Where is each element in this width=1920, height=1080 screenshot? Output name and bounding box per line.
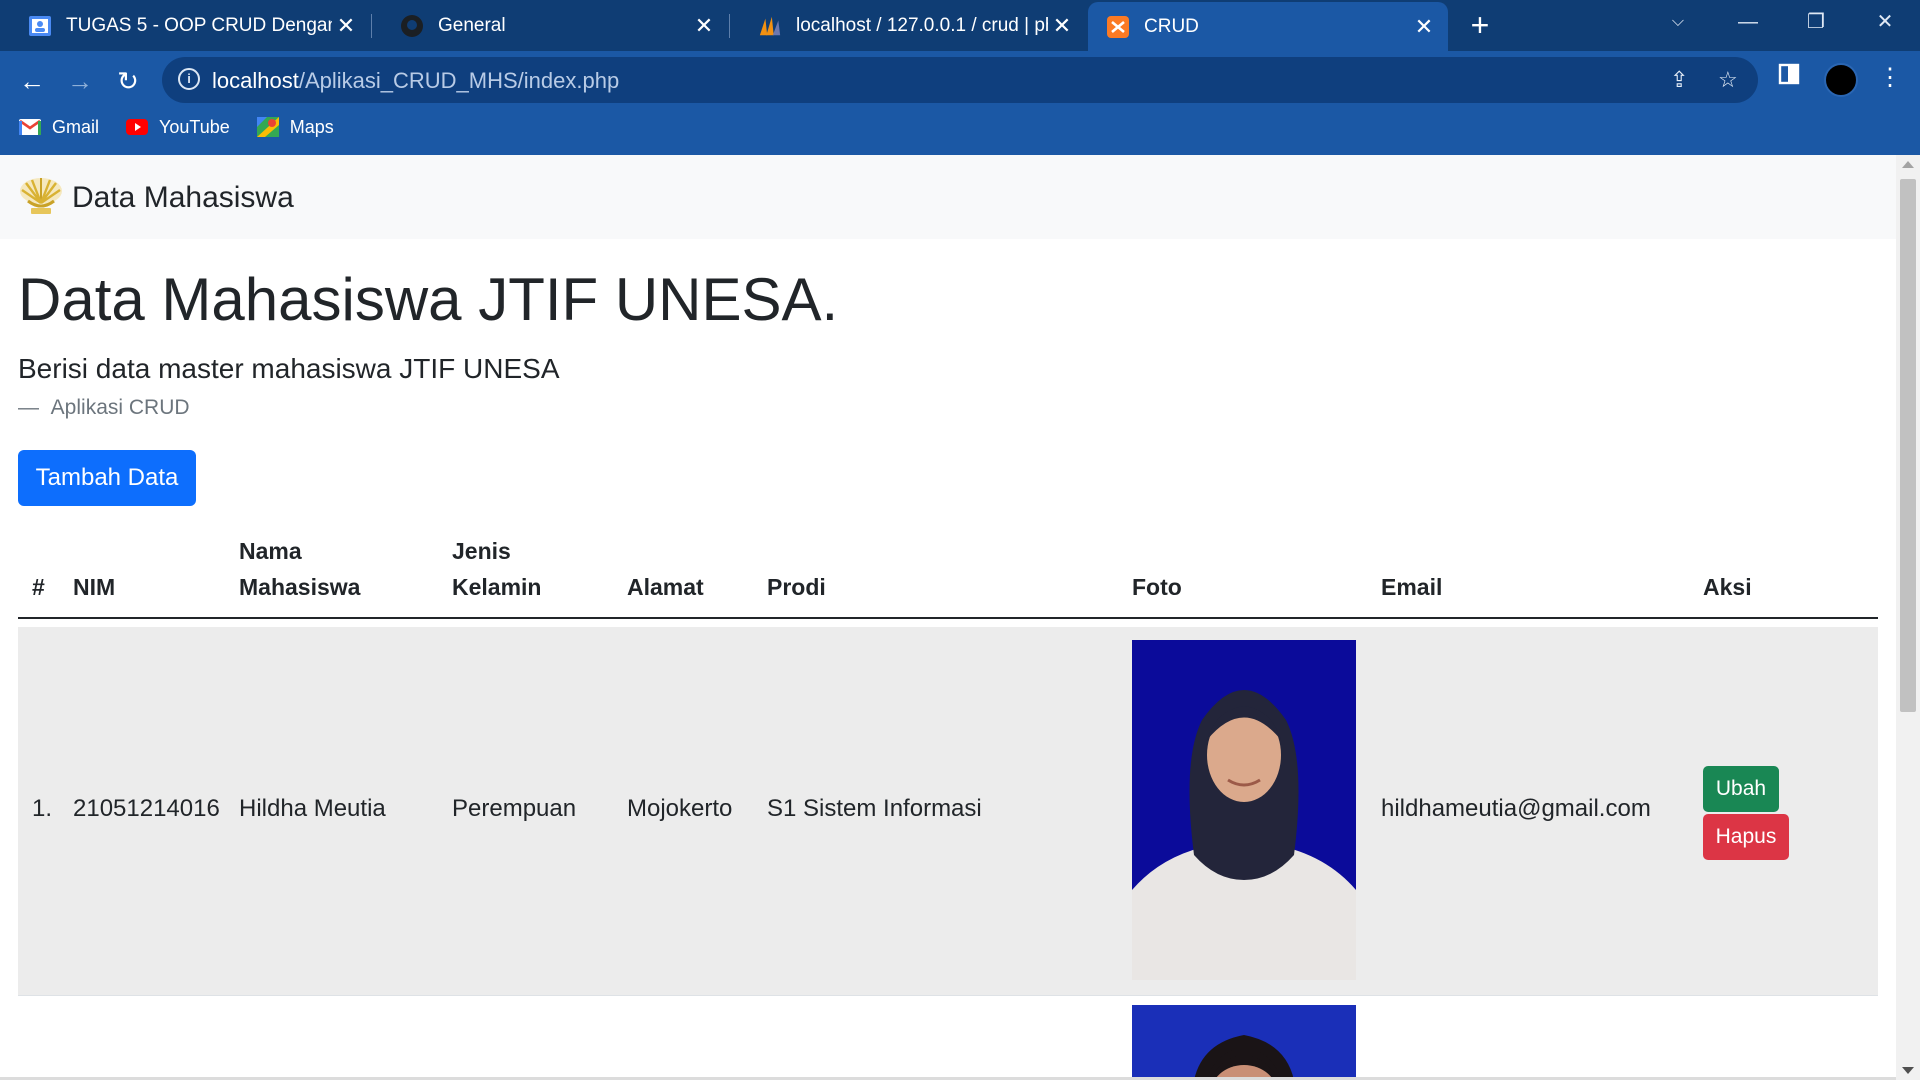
gmail-icon <box>18 117 42 137</box>
tab-phpmyadmin[interactable]: localhost / 127.0.0.1 / crud | phpMyAdmi… <box>730 0 1086 51</box>
phpmyadmin-icon <box>758 14 782 38</box>
github-icon <box>400 14 424 38</box>
blockquote-footer: — Aplikasi CRUD <box>18 396 190 419</box>
caption-text: Aplikasi CRUD <box>50 396 190 419</box>
bookmark-star-icon[interactable]: ☆ <box>1718 67 1738 93</box>
restore-icon[interactable]: ❐ <box>1786 0 1846 44</box>
xampp-icon <box>1106 15 1130 39</box>
col-header-foto: Foto <box>1132 574 1182 600</box>
youtube-icon <box>125 117 149 137</box>
share-icon[interactable]: ⇪ <box>1670 67 1688 93</box>
table-row <box>18 996 1878 1080</box>
minimize-icon[interactable]: — <box>1718 0 1778 44</box>
url-text[interactable]: localhost/Aplikasi_CRUD_MHS/index.php <box>212 68 619 94</box>
close-icon[interactable]: ✕ <box>690 13 718 39</box>
scroll-down-arrow-icon[interactable] <box>1902 1067 1914 1074</box>
table-header: # NIM Nama Mahasiswa Jenis Kelamin Alamat … <box>18 537 1878 619</box>
browser-toolbar: ← → ↻ i localhost/Aplikasi_CRUD_MHS/inde… <box>0 51 1920 155</box>
edit-button[interactable]: Ubah <box>1703 766 1779 812</box>
close-icon[interactable]: ✕ <box>1410 14 1438 40</box>
student-photo <box>1132 1005 1356 1080</box>
cell-nama: Hildha Meutia <box>239 795 386 822</box>
cell-prodi: S1 Sistem Informasi <box>767 795 982 822</box>
page-viewport: Data Mahasiswa Data Mahasiswa JTIF UNESA… <box>0 155 1896 1080</box>
tab-strip: TUGAS 5 - OOP CRUD Dengan PHP ✕ General … <box>0 0 1920 51</box>
col-header-jenis-kelamin: Jenis Kelamin <box>452 538 542 600</box>
tab-general[interactable]: General ✕ <box>372 0 728 51</box>
cell-jenis-kelamin: Perempuan <box>452 795 577 822</box>
scrollbar-thumb[interactable] <box>1900 179 1916 712</box>
navbar-brand[interactable]: Data Mahasiswa <box>72 181 294 215</box>
reload-icon[interactable]: ↻ <box>108 61 148 101</box>
maps-icon <box>256 117 280 137</box>
col-header-prodi: Prodi <box>767 574 826 600</box>
vertical-scrollbar[interactable] <box>1896 155 1920 1080</box>
unesa-logo-icon[interactable] <box>18 175 64 217</box>
classroom-icon <box>28 14 52 38</box>
bookmark-label: Gmail <box>52 116 100 137</box>
browser-menu-icon[interactable]: ⋮ <box>1878 63 1902 92</box>
cell-no: 1. <box>32 795 53 822</box>
tab-tugas5[interactable]: TUGAS 5 - OOP CRUD Dengan PHP ✕ <box>0 0 370 51</box>
add-data-button[interactable]: Tambah Data <box>18 450 196 506</box>
tab-title: localhost / 127.0.0.1 / crud | phpMyAdmi… <box>796 14 1048 36</box>
col-header-email: Email <box>1381 574 1443 600</box>
back-arrow-icon[interactable]: ← <box>12 61 52 101</box>
window-close-icon[interactable]: ✕ <box>1855 0 1915 44</box>
bookmark-label: YouTube <box>159 116 230 137</box>
site-navbar: Data Mahasiswa <box>0 155 1896 239</box>
tab-crud[interactable]: CRUD ✕ <box>1088 2 1448 51</box>
col-header-nim: NIM <box>73 574 116 600</box>
close-icon[interactable]: ✕ <box>1048 13 1076 39</box>
cell-email: hildhameutia@gmail.com <box>1381 795 1651 822</box>
page-lead: Berisi data master mahasiswa JTIF UNESA <box>18 353 560 384</box>
col-header-alamat: Alamat <box>627 574 704 600</box>
bookmarks-bar: Gmail YouTube Maps <box>18 114 360 140</box>
forward-arrow-icon[interactable]: → <box>60 61 100 101</box>
student-photo <box>1132 640 1356 980</box>
col-header-aksi: Aksi <box>1703 574 1752 600</box>
close-icon[interactable]: ✕ <box>332 13 360 39</box>
table-row: 1. 21051214016 Hildha Meutia Perempuan M… <box>18 627 1878 996</box>
site-info-icon[interactable]: i <box>178 68 200 90</box>
bookmark-gmail[interactable]: Gmail <box>18 117 99 138</box>
address-bar[interactable]: i localhost/Aplikasi_CRUD_MHS/index.php … <box>162 57 1758 103</box>
scroll-up-arrow-icon[interactable] <box>1902 161 1914 168</box>
page-title: Data Mahasiswa JTIF UNESA. <box>18 266 839 333</box>
bookmark-maps[interactable]: Maps <box>256 117 334 138</box>
tab-title: TUGAS 5 - OOP CRUD Dengan PHP <box>66 14 332 36</box>
delete-button[interactable]: Hapus <box>1703 814 1789 860</box>
new-tab-plus-icon[interactable]: + <box>1462 8 1498 44</box>
cell-nim: 21051214016 <box>73 795 220 822</box>
col-header-nama: Nama Mahasiswa <box>239 538 361 600</box>
bookmark-youtube[interactable]: YouTube <box>125 117 230 138</box>
side-panel-icon[interactable] <box>1778 63 1800 92</box>
tab-search-chevron-icon[interactable]: ⌵ <box>1648 0 1708 44</box>
tab-title: CRUD <box>1144 15 1199 37</box>
tab-title: General <box>438 14 506 36</box>
col-header-no: # <box>32 574 45 600</box>
cell-alamat: Mojokerto <box>627 795 733 822</box>
profile-avatar[interactable] <box>1824 63 1858 97</box>
bookmark-label: Maps <box>289 116 334 137</box>
